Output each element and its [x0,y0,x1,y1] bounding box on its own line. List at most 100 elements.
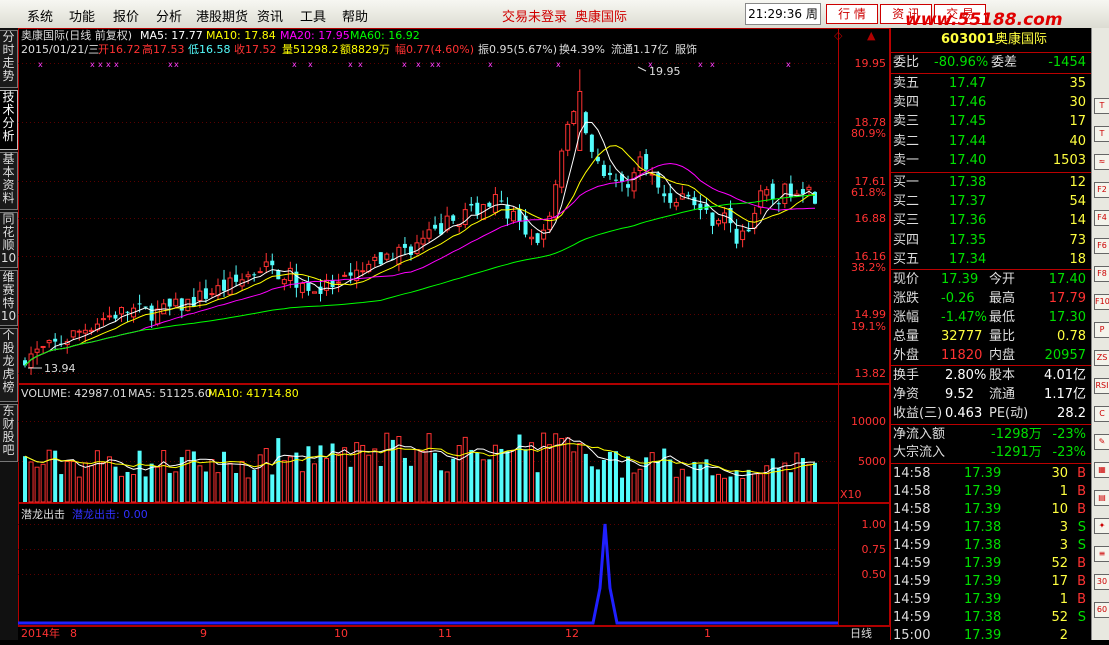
chart-corner-icon[interactable]: ◇ [834,29,843,42]
tick-volume: 10 [1051,502,1068,517]
stat-row[interactable]: 总量 32777 量比 0.78 [891,328,1092,346]
toolbar-icon[interactable]: T [1094,126,1109,142]
tab-eastmoney-forum[interactable]: 东财股吧 [0,404,18,462]
volume-bar-up [155,466,161,503]
toolbar-icon[interactable]: F10 [1094,294,1109,310]
candle-body-up [336,281,342,284]
tick-row[interactable]: 14:58 17.39 1 B [891,483,1092,501]
tick-row[interactable]: 14:59 17.38 3 S [891,537,1092,555]
candle-body-up [673,201,679,207]
candle-body-up [263,261,269,268]
tab-weisaite[interactable]: 维赛特10 [0,270,18,326]
low-price-label: 13.94 [44,362,76,375]
bar-low: 低16.58 [188,43,231,56]
stat-row[interactable]: 涨跌 -0.26 最高 17.79 [891,290,1092,308]
chart-scroll-icon[interactable]: ▲ [867,29,876,42]
tick-row[interactable]: 14:59 17.38 3 S [891,519,1092,537]
fundamental-row[interactable]: 收益(三) 0.463 PE(动) 28.2 [891,405,1092,423]
ask-level-row[interactable]: 卖三 17.45 17 [891,113,1092,131]
candle-body-down [378,252,383,265]
toolbar-icon[interactable]: ✎ [1094,434,1109,450]
toolbar-icon[interactable]: ZS [1094,350,1109,366]
ask-level-row[interactable]: 卖二 17.44 40 [891,133,1092,151]
bid-volume: 54 [1069,194,1086,210]
toolbar-icon[interactable]: ▦ [1094,462,1109,478]
volume-bar-up [758,473,764,503]
tick-row[interactable]: 15:00 17.39 2 [891,627,1092,645]
volume-title: VOLUME: 42987.01 [21,387,127,400]
capital-flow-row[interactable]: 净流入额 -1298万 -23% [891,426,1092,444]
fundamental-row[interactable]: 净资 9.52 流通 1.17亿 [891,386,1092,404]
login-status[interactable]: 交易未登录 [502,6,567,25]
toolbar-icon[interactable]: 60 [1094,602,1109,618]
tab-profile[interactable]: 基本资料 [0,152,18,210]
bid-level-row[interactable]: 买四 17.35 73 [891,232,1092,250]
menu-system[interactable]: 系统 [27,6,53,25]
menu-hk-futures[interactable]: 港股期货 [196,6,248,25]
stat-row[interactable]: 现价 17.39 今开 17.40 [891,271,1092,289]
volume-bar-up [70,460,76,503]
toolbar-icon[interactable]: C [1094,406,1109,422]
bid-level-row[interactable]: 买五 17.34 18 [891,251,1092,269]
fundamental-row[interactable]: 换手 2.80% 股本 4.01亿 [891,367,1092,385]
tick-row[interactable]: 14:58 17.39 10 B [891,501,1092,519]
toolbar-icon[interactable]: F8 [1094,266,1109,282]
toolbar-icon[interactable]: ≈ [1094,154,1109,170]
tab-intraday[interactable]: 分时走势 [0,30,18,88]
toolbar-icon[interactable]: T [1094,98,1109,114]
candle-body-down [348,272,353,276]
tab-dragon-tiger[interactable]: 个股龙虎榜 [0,328,18,402]
toolbar-icon[interactable]: 30 [1094,574,1109,590]
toolbar-icon[interactable]: RSI [1094,378,1109,394]
tick-row[interactable]: 14:58 17.39 30 B [891,465,1092,483]
tick-row[interactable]: 14:59 17.38 52 S [891,609,1092,627]
weibi-value: -80.96% [934,55,989,70]
stat-row[interactable]: 涨幅 -1.47% 最低 17.30 [891,309,1092,327]
fundamental-label: 换手 [893,368,920,383]
menu-news[interactable]: 资讯 [257,6,283,25]
tab-technical[interactable]: 技术分析 [0,90,18,150]
ask-level-row[interactable]: 卖四 17.46 30 [891,94,1092,112]
bid-level-row[interactable]: 买三 17.36 14 [891,212,1092,230]
quote-button[interactable]: 行 情 [826,4,878,24]
volume-bar-down [222,451,227,502]
candle-body-up [716,219,721,225]
ma60-label: MA60: 16.92 [350,29,420,42]
toolbar-icon[interactable]: ✦ [1094,518,1109,534]
menu-help[interactable]: 帮助 [342,6,368,25]
fib-ratio: 61.8% [851,186,886,199]
tick-price: 17.39 [964,592,1002,607]
bid-level-row[interactable]: 买一 17.38 12 [891,174,1092,192]
menu-quote[interactable]: 报价 [113,6,139,25]
signal-mark: x [358,60,363,69]
x-tick: 8 [70,627,77,640]
toolbar-icon[interactable]: F4 [1094,210,1109,226]
toolbar-icon[interactable]: P [1094,322,1109,338]
ask-level-row[interactable]: 卖一 17.40 1503 [891,152,1092,170]
toolbar-icon[interactable]: F6 [1094,238,1109,254]
candle-body-up [119,307,124,315]
toolbar-icon[interactable]: ≡ [1094,546,1109,562]
ask-price: 17.46 [949,95,987,111]
tab-tonghuashun[interactable]: 同花顺10 [0,212,18,268]
toolbar-icon[interactable]: ▤ [1094,490,1109,506]
ask-label: 卖四 [893,95,920,111]
period-label[interactable]: 日线 [850,626,872,640]
tick-row[interactable]: 14:59 17.39 52 B [891,555,1092,573]
volume-bar-up [131,474,137,503]
tick-row[interactable]: 14:59 17.39 1 B [891,591,1092,609]
ask-volume: 1503 [1052,152,1086,168]
menu-function[interactable]: 功能 [69,6,95,25]
tick-row[interactable]: 14:59 17.39 17 B [891,573,1092,591]
stat-row[interactable]: 外盘 11820 内盘 20957 [891,347,1092,365]
ask-level-row[interactable]: 卖五 17.47 35 [891,75,1092,93]
menu-analysis[interactable]: 分析 [156,6,182,25]
bid-level-row[interactable]: 买二 17.37 54 [891,193,1092,211]
kline-chart-area[interactable]: xxxxxxxxxxxxxxxxxxxxx 奥康国际(日线 前复权) MA5: … [18,28,890,640]
capital-flow-row[interactable]: 大宗流入 -1291万 -23% [891,444,1092,462]
menu-tools[interactable]: 工具 [300,6,326,25]
bid-volume: 12 [1069,175,1086,190]
toolbar-icon[interactable]: F2 [1094,182,1109,198]
candle-body-down [53,338,58,342]
candle-body-up [209,293,215,296]
